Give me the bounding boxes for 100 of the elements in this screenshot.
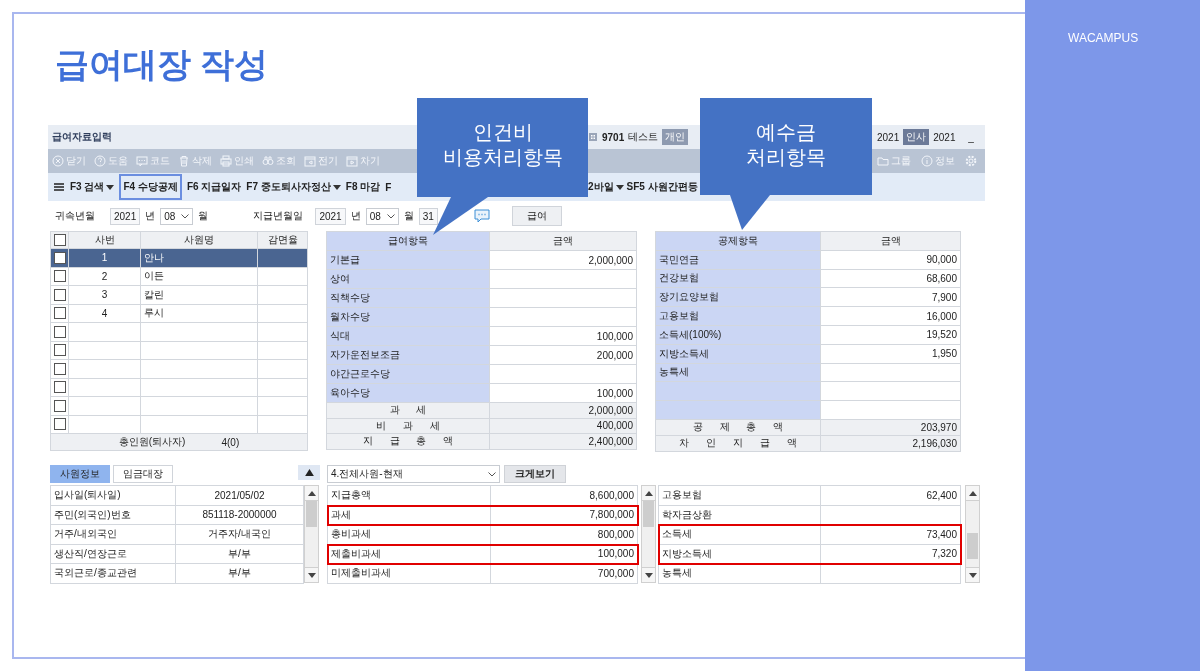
- table-cell: 3: [101, 289, 108, 301]
- function-key-button[interactable]: 2바일: [588, 174, 624, 200]
- column-header: 사원명: [141, 232, 258, 249]
- table-cell: 800,000: [491, 525, 638, 545]
- scroll-down-icon[interactable]: [307, 572, 316, 578]
- filter-dropdown[interactable]: 4.전체사원-현재: [327, 465, 500, 483]
- day-field[interactable]: 31: [418, 207, 438, 225]
- checkbox[interactable]: [53, 325, 66, 338]
- triangle-up-icon: [304, 469, 314, 476]
- minimize-button[interactable]: _: [965, 131, 977, 143]
- checkbox[interactable]: [53, 381, 66, 394]
- settings-icon: [965, 155, 977, 167]
- month-select[interactable]: 08: [365, 207, 399, 225]
- tab[interactable]: 임금대장: [113, 465, 173, 483]
- column-header: 금액: [490, 232, 637, 251]
- table-cell: 고용보험: [659, 486, 821, 506]
- unit-label: 월: [198, 209, 209, 223]
- scroll-thumb[interactable]: [967, 533, 978, 559]
- table-cell: 7,900: [821, 288, 961, 308]
- calendar-icon: [346, 155, 358, 167]
- summary-amount: 2,400,000: [490, 434, 637, 450]
- table-cell: 칼린: [144, 287, 164, 302]
- scrollbar[interactable]: [965, 485, 980, 583]
- slide-title: 급여대장 작성: [54, 44, 269, 84]
- table-cell: 4: [101, 307, 108, 319]
- table-cell: 1: [101, 252, 108, 264]
- pay-type-button[interactable]: 급여: [511, 206, 562, 226]
- scroll-down-icon[interactable]: [968, 572, 977, 578]
- scroll-up-icon[interactable]: [644, 490, 653, 496]
- callout-pointer: [730, 195, 770, 230]
- scroll-up-icon[interactable]: [307, 490, 316, 496]
- table-cell: 총비과세: [328, 525, 491, 545]
- scroll-up-icon[interactable]: [968, 490, 977, 496]
- column-header: 공제항목: [656, 232, 821, 251]
- checkbox[interactable]: [53, 344, 66, 357]
- month-select[interactable]: 08: [160, 207, 194, 225]
- year-label: 2021: [933, 131, 956, 143]
- column-header: 감면율: [258, 232, 308, 249]
- brand-name: WACAMPUS: [1068, 31, 1139, 45]
- function-key-button[interactable]: F4 수당공제: [119, 174, 182, 200]
- unit-label: 년: [350, 209, 361, 223]
- chevron-down-icon: [488, 471, 496, 477]
- calendar-icon: [304, 155, 316, 167]
- year-field[interactable]: 2021: [110, 207, 141, 225]
- table-cell: 주민(외국인)번호: [51, 505, 176, 525]
- year-field[interactable]: 2021: [315, 207, 346, 225]
- checkbox[interactable]: [53, 270, 66, 283]
- scroll-thumb[interactable]: [643, 501, 654, 527]
- chat-icon[interactable]: [473, 209, 490, 223]
- menu-icon[interactable]: [53, 181, 65, 193]
- column-header: 급여항목: [327, 232, 490, 251]
- function-key-button[interactable]: F6 지급일자: [186, 174, 242, 200]
- binoculars-icon: [262, 155, 274, 167]
- table-cell: 야간근로수당: [327, 365, 490, 384]
- employee-row[interactable]: 1 안나: [51, 249, 308, 268]
- enlarge-button[interactable]: 크게보기: [504, 465, 566, 483]
- checkbox[interactable]: [53, 288, 66, 301]
- employee-row[interactable]: 4 루시: [51, 304, 308, 323]
- function-key-button[interactable]: F3 검색: [70, 174, 115, 200]
- callout: 예수금 처리항목: [700, 98, 872, 195]
- table-cell: 농특세: [659, 564, 821, 584]
- table-cell: 16,000: [821, 307, 961, 326]
- tab[interactable]: 사원정보: [50, 465, 110, 483]
- employee-row[interactable]: 3 칼린: [51, 286, 308, 305]
- table-cell: 입사일(퇴사일): [51, 486, 176, 506]
- scroll-down-icon[interactable]: [644, 572, 653, 578]
- table-cell: 90,000: [821, 250, 961, 270]
- table-cell: 2,000,000: [490, 251, 637, 270]
- function-key-button[interactable]: F8 마감: [345, 174, 381, 200]
- checkbox[interactable]: [53, 362, 66, 375]
- scrollbar[interactable]: [641, 485, 656, 583]
- checkbox[interactable]: [53, 234, 66, 246]
- trash-icon: [178, 155, 190, 167]
- footer-count: 4(0): [221, 436, 240, 448]
- table-cell: 생산직/연장근로: [51, 544, 176, 564]
- unit-label: 년: [145, 209, 156, 223]
- table-cell: 소득세: [659, 525, 821, 545]
- employee-row[interactable]: 2 이든: [51, 267, 308, 286]
- window-title: 급여자료입력: [52, 131, 112, 142]
- collapse-button[interactable]: [298, 465, 320, 480]
- table-cell: 8,600,000: [491, 486, 638, 506]
- function-key-button[interactable]: F7 중도퇴사자정산: [246, 174, 341, 200]
- company-name: 테스트: [628, 130, 659, 144]
- table-cell: 19,520: [821, 326, 961, 345]
- table-cell: 200,000: [490, 346, 637, 365]
- field-label: 지급년월일: [253, 209, 305, 223]
- tag: 개인: [662, 129, 689, 145]
- checkbox[interactable]: [53, 251, 66, 264]
- checkbox[interactable]: [53, 418, 66, 431]
- table-cell: 7,320: [821, 544, 961, 564]
- checkbox[interactable]: [53, 307, 66, 320]
- table-cell: 지급총액: [328, 486, 491, 506]
- chevron-down-icon: [386, 213, 395, 219]
- scroll-thumb[interactable]: [306, 501, 317, 527]
- checkbox[interactable]: [53, 399, 66, 412]
- help-icon: [94, 155, 106, 167]
- scrollbar[interactable]: [304, 485, 319, 583]
- column-header: 사번: [69, 232, 141, 249]
- function-key-button[interactable]: SF5 사원간편등: [626, 174, 698, 200]
- function-key-button[interactable]: F: [385, 175, 392, 199]
